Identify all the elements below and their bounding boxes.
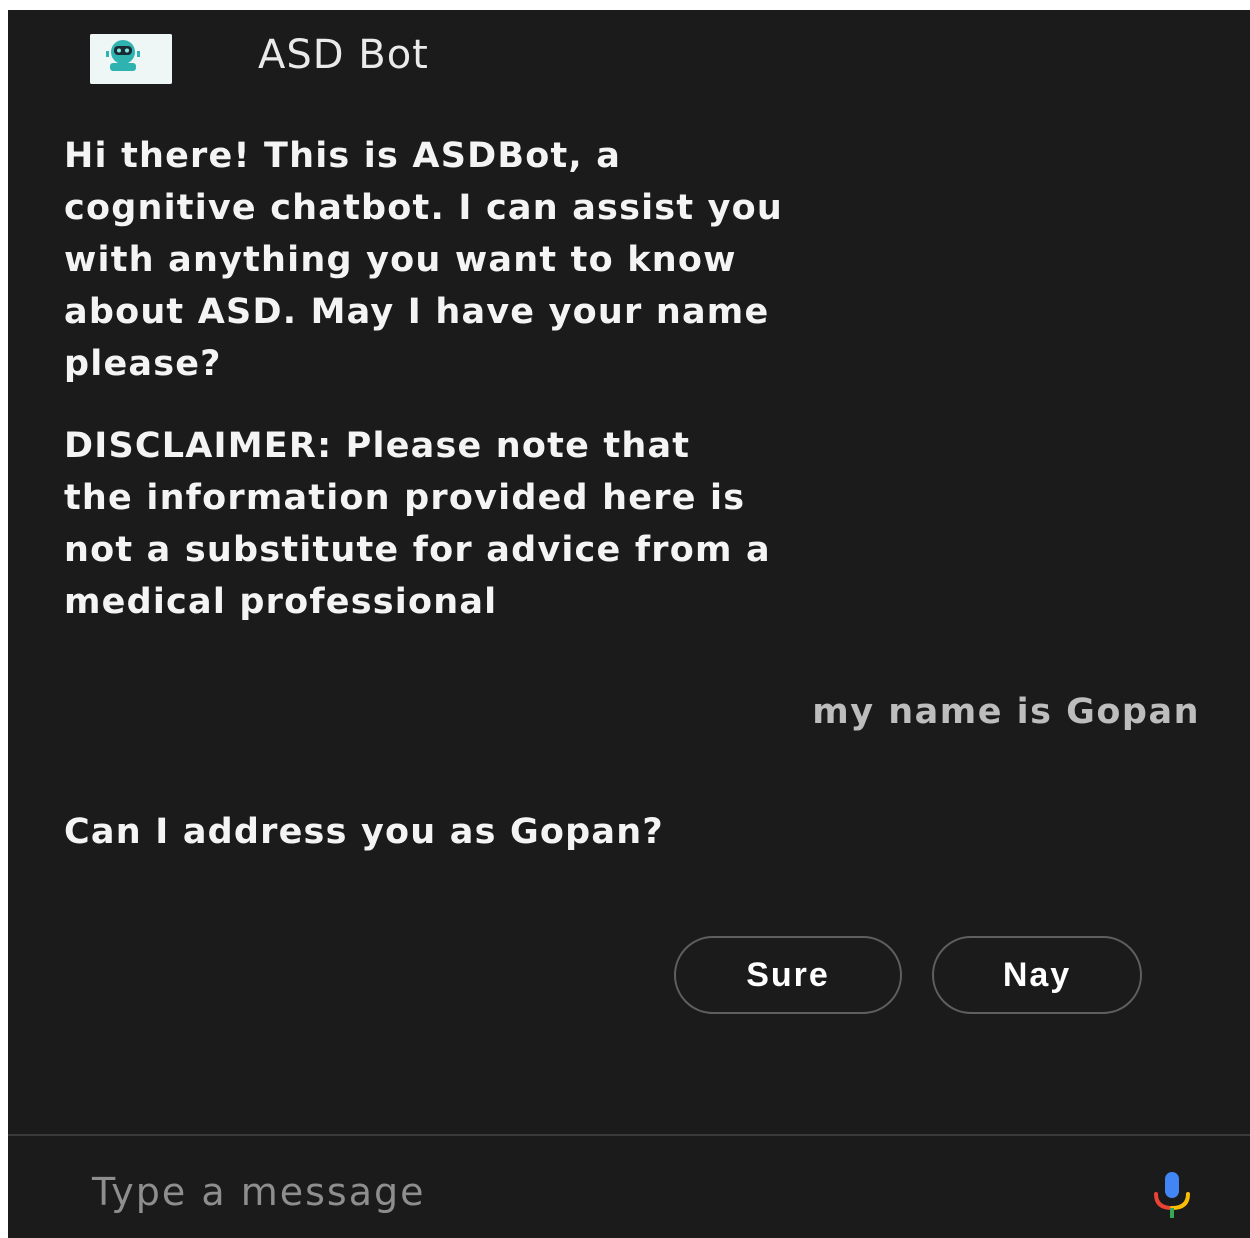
nay-suggestion-chip[interactable]: Nay <box>932 936 1142 1014</box>
bot-greeting-message: Hi there! This is ASDBot, a cognitive ch… <box>64 130 783 390</box>
bot-disclaimer-message: DISCLAIMER: Please note that the informa… <box>64 420 771 628</box>
message-line: not a substitute for advice from a <box>64 530 771 570</box>
robot-logo-icon <box>90 34 172 84</box>
message-line: cognitive chatbot. I can assist you <box>64 188 784 228</box>
bot-question-message: Can I address you as Gopan? <box>64 806 664 858</box>
chat-screen: ASD Bot Hi there! This is ASDBot, a cogn… <box>8 10 1250 1238</box>
sure-suggestion-chip[interactable]: Sure <box>674 936 902 1014</box>
message-line: with anything you want to know <box>64 240 737 280</box>
chat-title: ASD Bot <box>258 32 429 78</box>
message-line: medical professional <box>64 582 498 622</box>
message-line: please? <box>64 344 222 384</box>
message-input[interactable]: Type a message <box>92 1170 426 1214</box>
message-line: DISCLAIMER: Please note that <box>64 426 691 466</box>
bot-avatar <box>90 34 172 84</box>
message-line: about ASD. May I have your name <box>64 292 770 332</box>
message-line: Can I address you as Gopan? <box>64 812 664 852</box>
chat-header: ASD Bot <box>8 10 1250 106</box>
message-line: Hi there! This is ASDBot, a <box>64 136 622 176</box>
user-message: my name is Gopan <box>812 692 1200 732</box>
message-line: the information provided here is <box>64 478 746 518</box>
message-composer[interactable]: Type a message <box>8 1136 1250 1238</box>
microphone-icon[interactable] <box>1146 1172 1198 1220</box>
